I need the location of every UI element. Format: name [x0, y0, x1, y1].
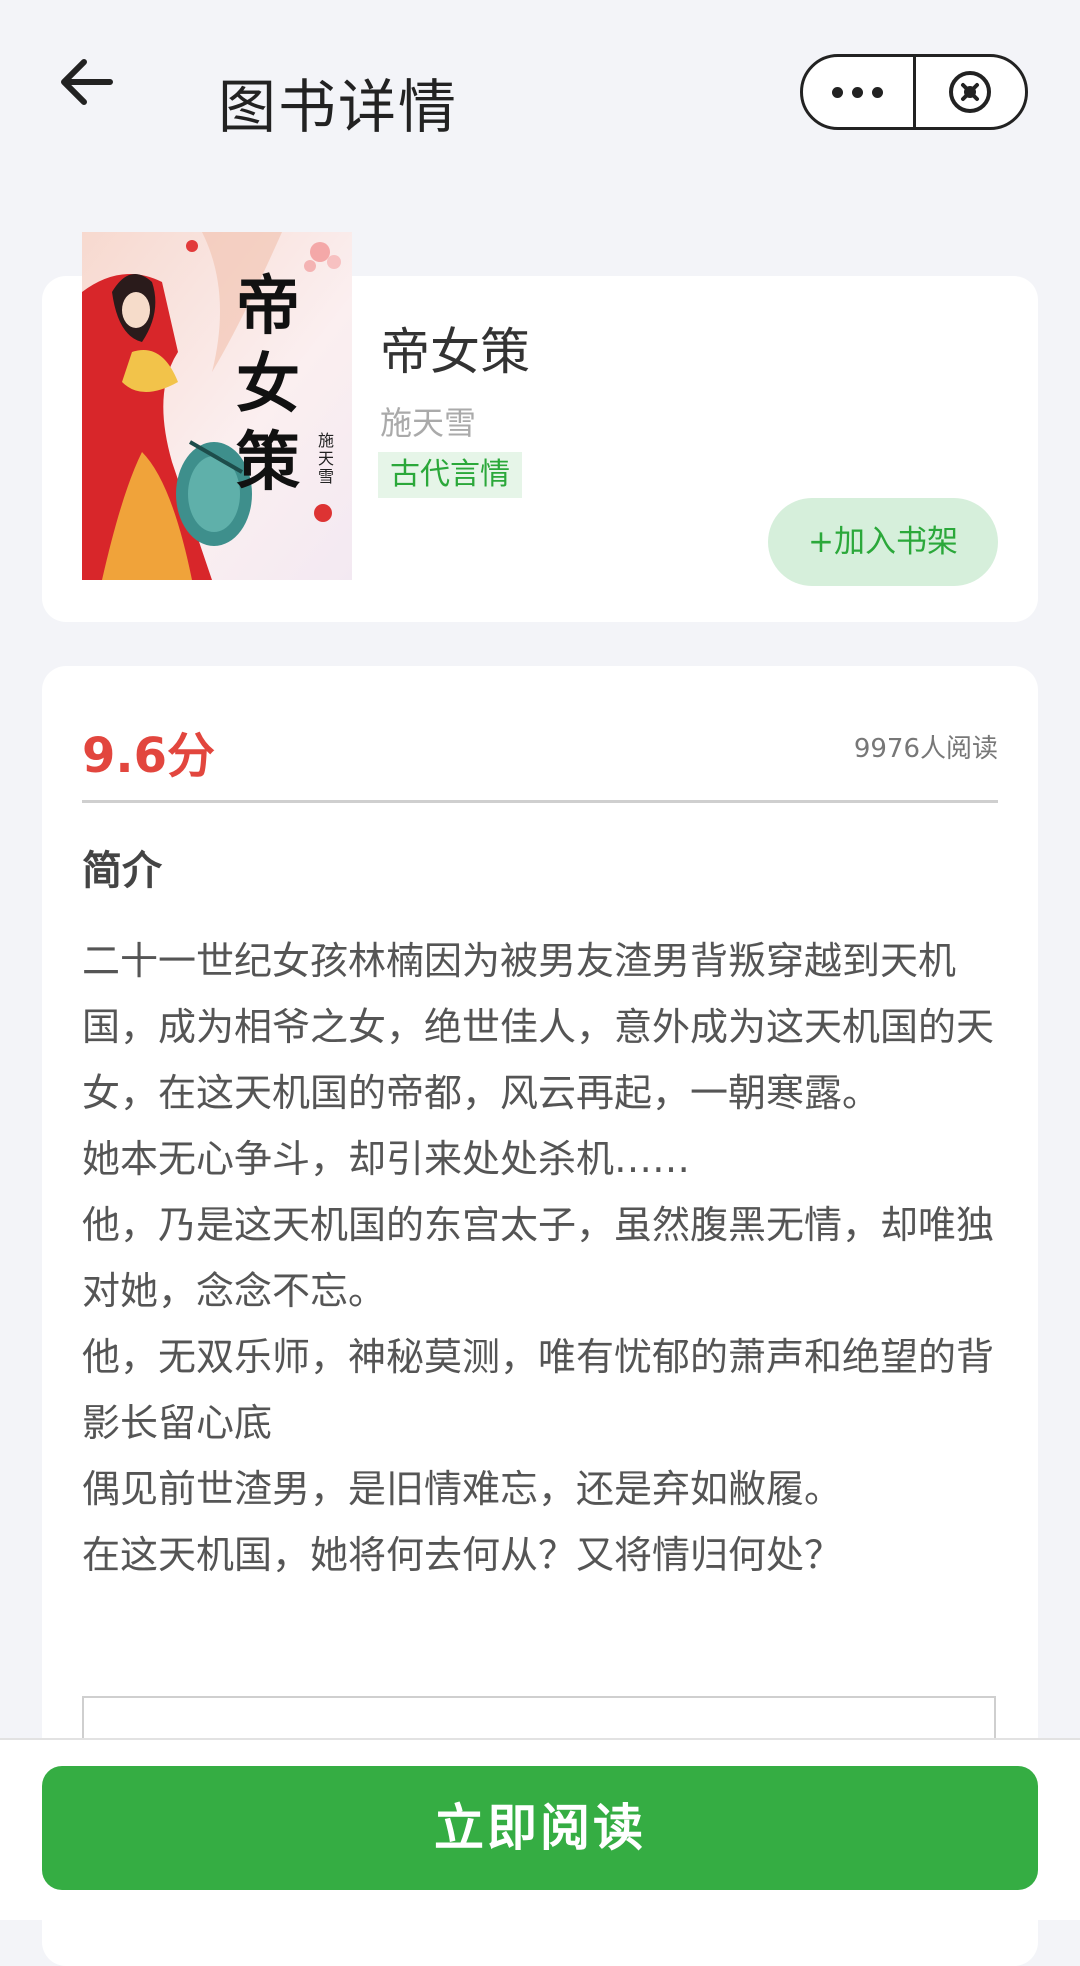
intro-paragraph: 她本无心争斗，却引来处处杀机……	[82, 1137, 691, 1181]
close-icon[interactable]	[916, 57, 1026, 127]
cover-author: 施天雪	[318, 431, 335, 486]
category-tag[interactable]: 古代言情	[378, 452, 522, 498]
intro-paragraph: 他，乃是这天机国的东宫太子，虽然腹黑无情，却唯独对她，念念不忘。	[82, 1203, 995, 1313]
intro-paragraph: 他，无双乐师，神秘莫测，唯有忧郁的萧声和绝望的背影长留心底	[82, 1335, 995, 1445]
intro-text: 二十一世纪女孩林楠因为被男友渣男背叛穿越到天机国，成为相爷之女，绝世佳人，意外成…	[82, 928, 998, 1588]
intro-paragraph: 二十一世纪女孩林楠因为被男友渣男背叛穿越到天机国，成为相爷之女，绝世佳人，意外成…	[82, 939, 995, 1115]
book-author[interactable]: 施天雪	[380, 398, 476, 444]
add-to-shelf-button[interactable]: +加入书架	[768, 498, 998, 586]
book-title: 帝女策	[380, 323, 530, 381]
divider	[82, 800, 998, 803]
intro-paragraph: 在这天机国，她将何去何从？又将情归何处？	[82, 1533, 843, 1577]
intro-heading: 简介	[82, 848, 162, 894]
reader-count: 9976人阅读	[853, 734, 998, 764]
rating-score: 9.6分	[82, 728, 216, 784]
more-options-icon[interactable]	[803, 57, 913, 127]
read-now-button[interactable]: 立即阅读	[42, 1766, 1038, 1890]
cover-title: 帝 女 策	[236, 269, 300, 500]
page-title: 图书详情	[218, 73, 459, 141]
cover-seal	[314, 504, 332, 522]
back-arrow-icon[interactable]	[52, 48, 122, 118]
book-cover-image[interactable]: 帝 女 策 施天雪	[82, 232, 352, 580]
mini-program-capsule	[800, 54, 1028, 130]
nav-header: 图书详情	[0, 0, 1080, 180]
intro-paragraph: 偶见前世渣男，是旧情难忘，还是弃如敝履。	[82, 1467, 843, 1511]
